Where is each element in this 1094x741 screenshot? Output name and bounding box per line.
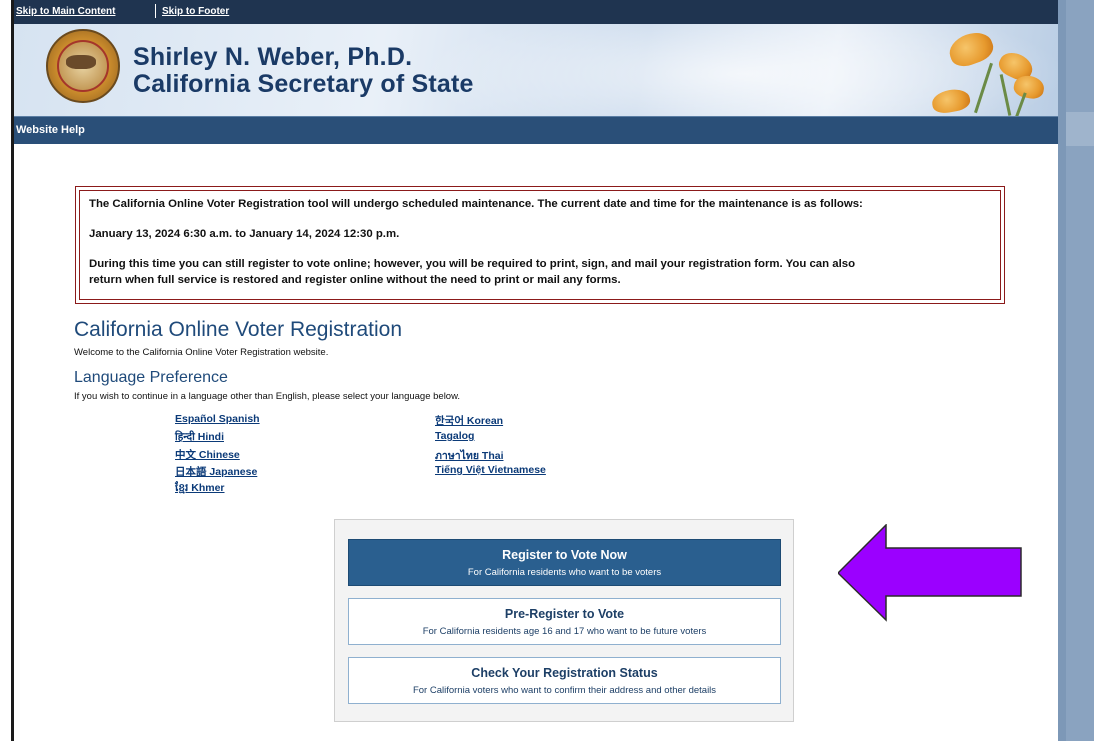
check-status-subtitle: For California voters who want to confir… xyxy=(412,685,717,696)
welcome-text: Welcome to the California Online Voter R… xyxy=(74,347,329,358)
site-title-name: Shirley N. Weber, Ph.D. xyxy=(133,43,413,71)
language-link-tagalog[interactable]: Tagalog xyxy=(435,430,474,442)
action-panel: Register to Vote Now For California resi… xyxy=(334,519,794,722)
nav-bar: Website Help xyxy=(14,116,1058,144)
check-status-button[interactable]: Check Your Registration Status For Calif… xyxy=(348,657,781,704)
notice-line-3a: During this time you can still register … xyxy=(89,258,856,270)
notice-line-2: January 13, 2024 6:30 a.m. to January 14… xyxy=(89,228,400,240)
page-heading: California Online Voter Registration xyxy=(74,318,403,341)
language-link-japanese[interactable]: 日本語 Japanese xyxy=(175,464,257,479)
language-link-spanish[interactable]: Español Spanish xyxy=(175,413,260,425)
pre-register-subtitle: For California residents age 16 and 17 w… xyxy=(422,626,707,637)
language-instruction: If you wish to continue in a language ot… xyxy=(74,391,461,402)
pre-register-title: Pre-Register to Vote xyxy=(504,607,625,621)
language-link-chinese[interactable]: 中文 Chinese xyxy=(175,447,240,462)
pre-register-button[interactable]: Pre-Register to Vote For California resi… xyxy=(348,598,781,645)
left-arrow-icon xyxy=(838,524,1022,622)
skip-separator xyxy=(155,4,156,18)
check-status-title: Check Your Registration Status xyxy=(471,666,658,680)
left-margin xyxy=(0,0,11,741)
register-to-vote-button[interactable]: Register to Vote Now For California resi… xyxy=(348,539,781,586)
site-title-office: California Secretary of State xyxy=(133,70,474,98)
register-title: Register to Vote Now xyxy=(502,548,627,562)
language-link-khmer[interactable]: ខ្មែរ Khmer xyxy=(175,482,225,497)
register-subtitle: For California residents who want to be … xyxy=(467,567,662,578)
language-link-korean[interactable]: 한국어 Korean xyxy=(435,413,503,428)
skip-to-main-link[interactable]: Skip to Main Content xyxy=(16,6,115,17)
right-side-panel xyxy=(1058,0,1094,741)
website-help-link[interactable]: Website Help xyxy=(16,124,85,136)
page: Skip to Main Content Skip to Footer Shir… xyxy=(14,0,1058,741)
california-seal-icon[interactable] xyxy=(46,29,120,103)
skip-to-footer-link[interactable]: Skip to Footer xyxy=(162,6,229,17)
maintenance-notice: The California Online Voter Registration… xyxy=(75,186,1005,304)
language-heading: Language Preference xyxy=(74,369,228,386)
language-link-vietnamese[interactable]: Tiếng Việt Vietnamese xyxy=(435,464,546,476)
notice-line-1: The California Online Voter Registration… xyxy=(89,198,863,210)
language-link-thai[interactable]: ภาษาไทย Thai xyxy=(435,447,504,464)
language-link-hindi[interactable]: हिन्दी Hindi xyxy=(175,430,224,444)
skip-links-bar: Skip to Main Content Skip to Footer xyxy=(14,0,1058,24)
notice-line-3b: return when full service is restored and… xyxy=(89,274,621,286)
